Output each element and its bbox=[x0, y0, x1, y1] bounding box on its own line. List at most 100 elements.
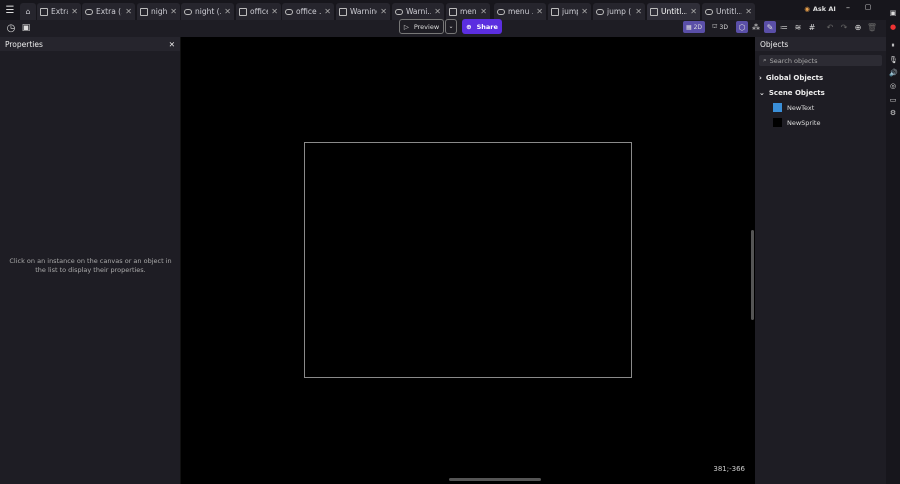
properties-title: Properties bbox=[5, 39, 43, 49]
save-icon[interactable]: ▣ bbox=[20, 22, 32, 34]
grid-icon[interactable]: # bbox=[806, 21, 818, 33]
close-tab-icon[interactable]: ✕ bbox=[581, 7, 588, 16]
history-icon[interactable]: ◷ bbox=[5, 22, 17, 34]
search-icon: ⌕ bbox=[763, 56, 767, 64]
scene-icon bbox=[40, 7, 48, 16]
tab-scene[interactable]: Untitl... ✕ bbox=[647, 3, 700, 20]
properties-panel: Properties ✕ Click on an instance on the … bbox=[0, 37, 181, 484]
play-icon: ▷ bbox=[403, 22, 409, 31]
share-button[interactable]: ⊕ Share bbox=[462, 19, 502, 34]
scene-icon bbox=[551, 7, 559, 16]
close-tab-icon[interactable]: ✕ bbox=[380, 7, 387, 16]
undo-icon[interactable]: ↶ bbox=[824, 21, 836, 33]
maximize-button[interactable]: ▢ bbox=[862, 2, 874, 12]
sprite-object-icon bbox=[773, 118, 782, 127]
pause-icon[interactable]: ⏸ bbox=[889, 41, 897, 49]
instances-list-icon[interactable]: ≔ bbox=[778, 21, 790, 33]
speaker-icon[interactable]: 🔊 bbox=[889, 69, 898, 77]
preview-options-button[interactable]: ⌄ bbox=[445, 19, 457, 34]
scene-icon bbox=[239, 7, 247, 16]
globe-icon: ⊕ bbox=[466, 22, 472, 31]
tab-scene[interactable]: menu✕ bbox=[446, 3, 490, 20]
scene-icon bbox=[140, 7, 148, 16]
layers-icon[interactable]: ≋ bbox=[792, 21, 804, 33]
tab-scene[interactable]: office ✕ bbox=[236, 3, 281, 20]
vertical-scrollbar[interactable] bbox=[751, 230, 754, 320]
tab-events[interactable]: night (...✕ bbox=[181, 3, 234, 20]
close-tab-icon[interactable]: ✕ bbox=[480, 7, 487, 16]
properties-panel-icon[interactable]: ✎ bbox=[764, 21, 776, 33]
mode-3d-button[interactable]: ⛫ 3D bbox=[709, 21, 731, 33]
events-icon bbox=[395, 8, 403, 15]
tab-scene[interactable]: Extra✕ bbox=[37, 3, 81, 20]
side-strip: ▣ ● ⏸ 🎙 🔊 ◎ ▭ ⚙ bbox=[886, 0, 900, 484]
menu-icon[interactable]: ☰ bbox=[4, 5, 16, 16]
events-icon bbox=[184, 8, 192, 15]
objects-panel: Objects ⌕ Search objects › Global Objects … bbox=[755, 37, 886, 484]
ai-icon: ◉ bbox=[804, 5, 810, 13]
close-tab-icon[interactable]: ✕ bbox=[170, 7, 177, 16]
chevron-right-icon: › bbox=[759, 73, 762, 82]
toolbar: ◷ ▣ ▷ Preview ⌄ ⊕ Share ▦ 2D ⛫ 3D ⬡ ⁂ ✎ ≔ ≋ … bbox=[0, 19, 900, 37]
scene-canvas[interactable]: 381;-366 bbox=[181, 37, 755, 484]
horizontal-scrollbar[interactable] bbox=[449, 478, 541, 481]
record-icon[interactable]: ● bbox=[889, 23, 897, 31]
tab-events[interactable]: menu ...✕ bbox=[494, 3, 546, 20]
objects-title: Objects bbox=[760, 39, 789, 49]
mode-2d-button[interactable]: ▦ 2D bbox=[683, 21, 705, 33]
events-icon bbox=[285, 8, 293, 15]
events-icon bbox=[85, 8, 93, 15]
preview-button[interactable]: ▷ Preview bbox=[399, 19, 444, 34]
events-icon bbox=[596, 8, 604, 15]
text-object-icon bbox=[773, 103, 782, 112]
close-tab-icon[interactable]: ✕ bbox=[745, 7, 752, 16]
object-item[interactable]: NewSprite bbox=[755, 115, 886, 130]
home-tab[interactable]: ⌂ bbox=[20, 3, 36, 20]
scene-icon bbox=[339, 7, 347, 16]
home-icon: ⌂ bbox=[25, 7, 31, 16]
close-tab-icon[interactable]: ✕ bbox=[125, 7, 132, 16]
close-tab-icon[interactable]: ✕ bbox=[690, 7, 697, 16]
global-objects-folder[interactable]: › Global Objects bbox=[755, 70, 886, 85]
microphone-icon[interactable]: 🎙 bbox=[889, 56, 898, 64]
tab-bar: ☰ ⌂ Extra✕Extra (...✕night✕night (...✕of… bbox=[0, 0, 900, 20]
close-tab-icon[interactable]: ✕ bbox=[635, 7, 642, 16]
tab-events[interactable]: Untitl... ✕ bbox=[702, 3, 755, 20]
close-tab-icon[interactable]: ✕ bbox=[271, 7, 278, 16]
camera-icon[interactable]: ▣ bbox=[889, 9, 897, 17]
scene-icon bbox=[650, 7, 658, 16]
close-tab-icon[interactable]: ✕ bbox=[71, 7, 78, 16]
events-icon bbox=[705, 8, 713, 15]
close-tab-icon[interactable]: ✕ bbox=[324, 7, 331, 16]
zoom-icon[interactable]: ⊕ bbox=[852, 21, 864, 33]
chevron-down-icon: ⌄ bbox=[759, 88, 765, 97]
tab-events[interactable]: Extra (...✕ bbox=[82, 3, 135, 20]
game-frame bbox=[304, 142, 632, 378]
close-tab-icon[interactable]: ✕ bbox=[536, 7, 543, 16]
cursor-coords: 381;-366 bbox=[713, 465, 745, 473]
tab-events[interactable]: office ...✕ bbox=[282, 3, 334, 20]
minimize-button[interactable]: – bbox=[842, 2, 854, 12]
tab-scene[interactable]: night✕ bbox=[137, 3, 180, 20]
object-item[interactable]: NewText bbox=[755, 100, 886, 115]
redo-icon[interactable]: ↷ bbox=[838, 21, 850, 33]
tab-events[interactable]: jump (...✕ bbox=[593, 3, 645, 20]
tab-scene[interactable]: jump✕ bbox=[548, 3, 591, 20]
delete-icon[interactable]: 🗑 bbox=[866, 21, 878, 33]
properties-empty-message: Click on an instance on the canvas or an… bbox=[9, 257, 172, 274]
ask-ai-button[interactable]: ◉ Ask AI bbox=[804, 3, 836, 15]
search-input[interactable]: ⌕ Search objects bbox=[759, 55, 882, 66]
events-icon bbox=[497, 8, 505, 15]
scene-icon bbox=[449, 7, 457, 16]
scene-objects-folder[interactable]: ⌄ Scene Objects bbox=[755, 85, 886, 100]
tab-scene[interactable]: Warning✕ bbox=[336, 3, 390, 20]
close-icon[interactable]: ✕ bbox=[169, 40, 175, 49]
window-icon[interactable]: ▭ bbox=[889, 96, 897, 104]
object-groups-icon[interactable]: ⁂ bbox=[750, 21, 762, 33]
close-tab-icon[interactable]: ✕ bbox=[224, 7, 231, 16]
tab-events[interactable]: Warni...✕ bbox=[392, 3, 444, 20]
close-tab-icon[interactable]: ✕ bbox=[434, 7, 441, 16]
webcam-icon[interactable]: ◎ bbox=[889, 82, 897, 90]
settings-icon[interactable]: ⚙ bbox=[889, 109, 897, 117]
objects-panel-icon[interactable]: ⬡ bbox=[736, 21, 748, 33]
